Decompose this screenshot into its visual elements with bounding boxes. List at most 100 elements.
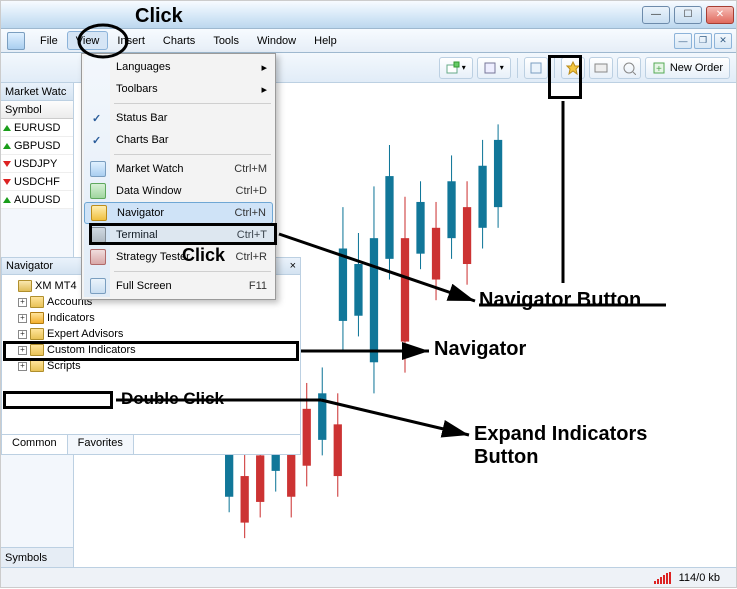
tree-item-label: Indicators bbox=[47, 312, 95, 324]
menu-item-navigator[interactable]: Navigator Ctrl+N bbox=[84, 202, 273, 224]
menu-item-label: Full Screen bbox=[116, 280, 172, 292]
menu-window[interactable]: Window bbox=[248, 29, 305, 52]
symbol-label: USDJPY bbox=[14, 158, 57, 170]
tree-item-scripts[interactable]: + Scripts bbox=[6, 358, 296, 374]
tree-expand-button[interactable]: + bbox=[18, 362, 27, 371]
submenu-arrow-icon: ▸ bbox=[261, 83, 267, 96]
navigator-close-button[interactable]: × bbox=[290, 260, 296, 272]
new-order-button[interactable]: + New Order bbox=[645, 57, 730, 79]
menu-item-label: Terminal bbox=[116, 229, 158, 241]
profiles-button[interactable]: ▾ bbox=[477, 57, 511, 79]
market-watch-column-symbol[interactable]: Symbol bbox=[1, 101, 73, 119]
terminal-icon bbox=[90, 227, 106, 243]
chevron-down-icon: ▾ bbox=[500, 63, 504, 72]
svg-text:+: + bbox=[656, 64, 662, 75]
submenu-arrow-icon: ▸ bbox=[261, 61, 267, 74]
menu-item-shortcut: Ctrl+M bbox=[234, 163, 267, 175]
navigator-tab-common[interactable]: Common bbox=[2, 435, 68, 454]
chevron-down-icon: ▾ bbox=[462, 63, 466, 72]
menu-item-shortcut: Ctrl+T bbox=[237, 229, 267, 241]
menu-item-market-watch[interactable]: Market Watch Ctrl+M bbox=[84, 158, 273, 180]
mdi-restore-button[interactable]: ❐ bbox=[694, 33, 712, 49]
new-chart-button[interactable]: ▾ bbox=[439, 57, 473, 79]
navigator-title: Navigator bbox=[6, 260, 53, 272]
tree-item-custom-indicators[interactable]: +Custom Indicators bbox=[6, 342, 296, 358]
menu-charts[interactable]: Charts bbox=[154, 29, 204, 52]
menubar: File View Insert Charts Tools Window Hel… bbox=[1, 29, 736, 53]
market-watch-icon bbox=[90, 161, 106, 177]
full-screen-icon bbox=[90, 278, 106, 294]
menu-item-label: Toolbars bbox=[116, 83, 158, 95]
toolbar-separator bbox=[554, 58, 555, 78]
menu-item-shortcut: Ctrl+N bbox=[235, 207, 266, 219]
menu-item-label: Strategy Tester bbox=[116, 251, 190, 263]
menu-separator bbox=[114, 271, 271, 272]
menu-item-label: Market Watch bbox=[116, 163, 183, 175]
tree-item-expert-advisors[interactable]: +Expert Advisors bbox=[6, 326, 296, 342]
menu-item-full-screen[interactable]: Full Screen F11 bbox=[84, 275, 273, 297]
navigator-tab-favorites[interactable]: Favorites bbox=[68, 435, 134, 454]
strategy-tester-button[interactable] bbox=[617, 57, 641, 79]
symbol-label: GBPUSD bbox=[14, 140, 60, 152]
market-watch-tab[interactable]: Symbols bbox=[1, 547, 73, 567]
menu-separator bbox=[114, 103, 271, 104]
app-icon bbox=[7, 32, 25, 50]
toolbar-separator bbox=[517, 58, 518, 78]
tree-expand-button[interactable]: + bbox=[18, 346, 27, 355]
menu-view[interactable]: View bbox=[67, 31, 109, 50]
minimize-button[interactable]: — bbox=[642, 6, 670, 24]
arrow-down-icon bbox=[3, 161, 11, 167]
menu-item-toolbars[interactable]: Toolbars ▸ bbox=[84, 78, 273, 100]
menu-insert[interactable]: Insert bbox=[108, 29, 154, 52]
mdi-close-button[interactable]: ✕ bbox=[714, 33, 732, 49]
market-watch-row[interactable]: USDJPY bbox=[1, 155, 73, 173]
market-watch-row[interactable]: EURUSD bbox=[1, 119, 73, 137]
menu-item-terminal[interactable]: Terminal Ctrl+T bbox=[84, 224, 273, 246]
menu-tools[interactable]: Tools bbox=[204, 29, 248, 52]
menu-item-shortcut: Ctrl+R bbox=[236, 251, 267, 263]
mdi-minimize-button[interactable]: — bbox=[674, 33, 692, 49]
market-watch-row[interactable]: USDCHF bbox=[1, 173, 73, 191]
menu-item-status-bar[interactable]: Status Bar bbox=[84, 107, 273, 129]
menu-file[interactable]: File bbox=[31, 29, 67, 52]
data-window-icon bbox=[90, 183, 106, 199]
terminal-button[interactable] bbox=[589, 57, 613, 79]
folder-icon bbox=[18, 280, 32, 292]
menu-item-data-window[interactable]: Data WindowCtrl+D bbox=[84, 180, 273, 202]
view-menu-dropdown: Languages ▸ Toolbars ▸ Status Bar Charts Bar M… bbox=[81, 53, 276, 300]
tree-item-label: XM MT4 bbox=[35, 280, 77, 292]
menu-separator bbox=[114, 154, 271, 155]
connection-bars-icon bbox=[654, 572, 671, 584]
menu-item-strategy-tester[interactable]: Strategy Tester Ctrl+R bbox=[84, 246, 273, 268]
tree-item-label: Scripts bbox=[47, 360, 81, 372]
window-titlebar: — ☐ ✕ bbox=[1, 1, 736, 29]
tree-expand-button[interactable]: + bbox=[18, 314, 27, 323]
menu-item-shortcut: F11 bbox=[249, 280, 267, 292]
folder-icon bbox=[30, 328, 44, 340]
market-watch-row[interactable]: GBPUSD bbox=[1, 137, 73, 155]
tree-item-indicators[interactable]: + Indicators bbox=[6, 310, 296, 326]
folder-icon bbox=[30, 312, 44, 324]
symbol-label: USDCHF bbox=[14, 176, 60, 188]
folder-icon bbox=[30, 344, 44, 356]
navigator-button[interactable] bbox=[561, 57, 585, 79]
market-watch-row[interactable]: AUDUSD bbox=[1, 191, 73, 209]
market-watch-button[interactable] bbox=[524, 57, 548, 79]
status-bandwidth: 114/0 kb bbox=[679, 572, 720, 584]
menu-item-label: Languages bbox=[116, 61, 170, 73]
menu-item-label: Navigator bbox=[117, 207, 164, 219]
tree-expand-button[interactable]: + bbox=[18, 330, 27, 339]
statusbar: 114/0 kb bbox=[1, 567, 736, 587]
arrow-down-icon bbox=[3, 179, 11, 185]
maximize-button[interactable]: ☐ bbox=[674, 6, 702, 24]
menu-item-label: Charts Bar bbox=[116, 134, 169, 146]
symbol-label: EURUSD bbox=[14, 122, 60, 134]
menu-item-label: Data Window bbox=[116, 185, 181, 197]
strategy-tester-icon bbox=[90, 249, 106, 265]
menu-item-charts-bar[interactable]: Charts Bar bbox=[84, 129, 273, 151]
menu-item-languages[interactable]: Languages ▸ bbox=[84, 56, 273, 78]
close-button[interactable]: ✕ bbox=[706, 6, 734, 24]
arrow-up-icon bbox=[3, 125, 11, 131]
tree-expand-button[interactable]: + bbox=[18, 298, 27, 307]
menu-help[interactable]: Help bbox=[305, 29, 346, 52]
